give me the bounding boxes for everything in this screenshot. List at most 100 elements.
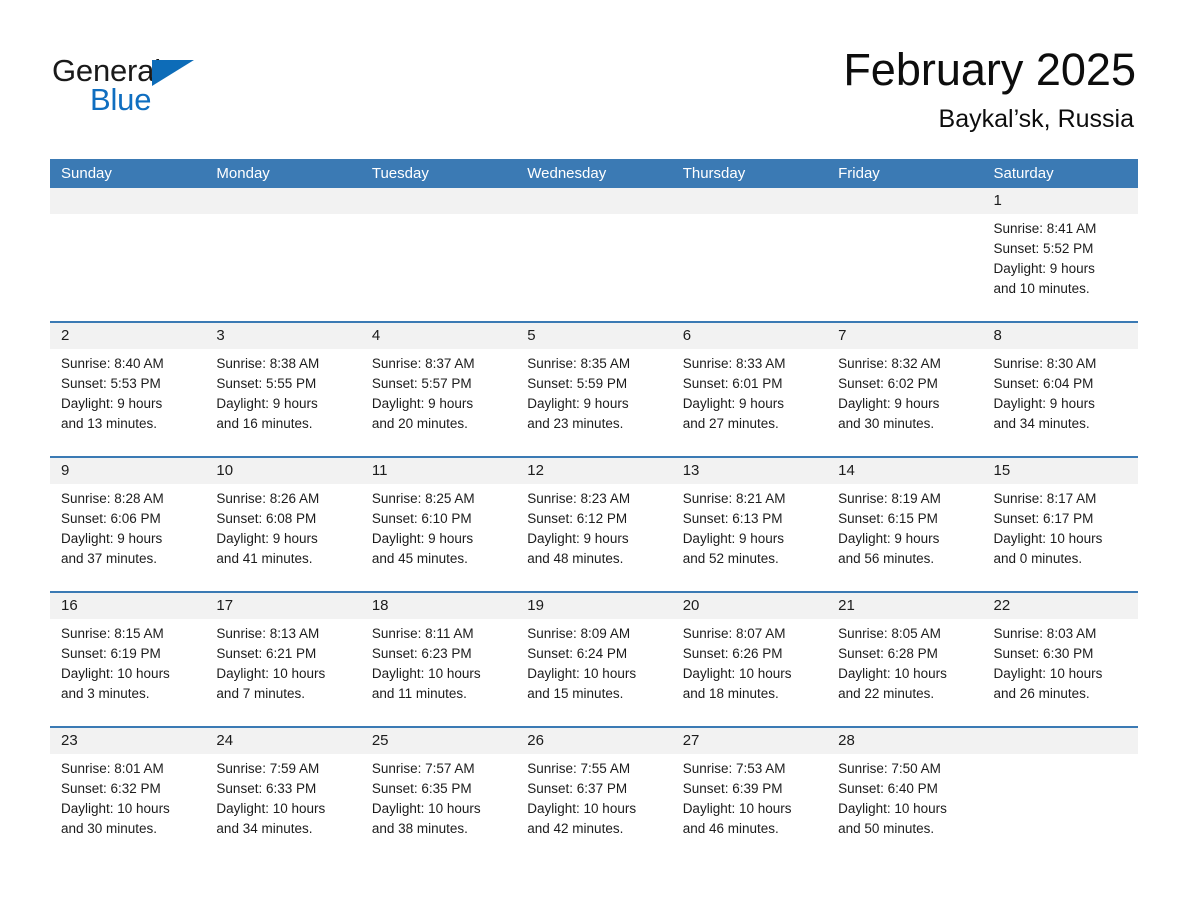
location-subtitle: Baykal’sk, Russia bbox=[938, 105, 1134, 133]
day-detail-line: Sunrise: 8:09 AM bbox=[527, 626, 631, 641]
day-detail-line: and 52 minutes. bbox=[682, 551, 779, 566]
day-detail-line: Sunrise: 8:25 AM bbox=[371, 491, 475, 506]
day-number: 16 bbox=[61, 597, 78, 614]
calendar-grid: Sunday Monday Tuesday Wednesday Thursday Frid… bbox=[50, 159, 1138, 861]
calendar-day-cell[interactable]: 2 Sunrise: 8:40 AM Sunset: 5:53 PM Daylight… bbox=[50, 323, 206, 456]
day-detail-line: Daylight: 10 hours bbox=[993, 666, 1103, 681]
day-detail-line: Daylight: 10 hours bbox=[838, 666, 947, 681]
day-detail-line: Sunset: 6:01 PM bbox=[682, 376, 783, 391]
calendar-day-cell[interactable]: 13 Sunrise: 8:21 AM Sunset: 6:13 PM Dayligh… bbox=[671, 458, 828, 591]
brand-logo[interactable]: General Blue bbox=[52, 54, 197, 126]
day-details: Sunrise: 7:55 AM Sunset: 6:37 PM Daylight:… bbox=[516, 754, 671, 839]
day-number: 5 bbox=[527, 327, 536, 344]
day-detail-line: Sunrise: 8:35 AM bbox=[527, 356, 631, 371]
day-detail-line: Sunset: 6:33 PM bbox=[216, 781, 317, 796]
calendar-day-cell[interactable]: 16 Sunrise: 8:15 AM Sunset: 6:19 PM Dayligh… bbox=[50, 593, 206, 726]
calendar-day-cell[interactable]: 21 Sunrise: 8:05 AM Sunset: 6:28 PM Dayligh… bbox=[827, 593, 983, 726]
page-title: February 2025 bbox=[843, 44, 1136, 95]
calendar-day-cell[interactable]: 22 Sunrise: 8:03 AM Sunset: 6:30 PM Dayligh… bbox=[982, 593, 1138, 726]
day-detail-line: Sunset: 6:28 PM bbox=[838, 646, 938, 661]
day-details: Sunrise: 8:32 AM Sunset: 6:02 PM Daylight:… bbox=[827, 349, 982, 434]
calendar-day-cell[interactable]: 25 Sunrise: 7:57 AM Sunset: 6:35 PM Dayligh… bbox=[360, 728, 517, 861]
day-number-band bbox=[827, 188, 983, 214]
title-group: February 2025 Baykal’sk, Russia bbox=[843, 44, 1136, 134]
calendar-day-cell[interactable]: 24 Sunrise: 7:59 AM Sunset: 6:33 PM Dayligh… bbox=[205, 728, 361, 861]
day-details: Sunrise: 8:30 AM Sunset: 6:04 PM Daylight:… bbox=[983, 349, 1138, 434]
day-number: 20 bbox=[682, 597, 700, 614]
day-detail-line: and 30 minutes. bbox=[838, 416, 935, 431]
day-details: Sunrise: 8:15 AM Sunset: 6:19 PM Daylight:… bbox=[50, 619, 205, 704]
calendar-day-cell[interactable]: 26 Sunrise: 7:55 AM Sunset: 6:37 PM Dayligh… bbox=[516, 728, 672, 861]
calendar-week-row: 16 Sunrise: 8:15 AM Sunset: 6:19 PM Dayligh… bbox=[50, 591, 1138, 726]
day-number: 10 bbox=[216, 462, 234, 479]
day-number-band: 11 bbox=[360, 458, 517, 484]
day-detail-line: Sunset: 6:32 PM bbox=[61, 781, 161, 796]
day-detail-line: Sunrise: 8:37 AM bbox=[371, 356, 475, 371]
calendar-day-cell[interactable]: 23 Sunrise: 8:01 AM Sunset: 6:32 PM Dayligh… bbox=[50, 728, 206, 861]
calendar-week-row: 23 Sunrise: 8:01 AM Sunset: 6:32 PM Dayligh… bbox=[50, 726, 1138, 861]
calendar-week-row: 2 Sunrise: 8:40 AM Sunset: 5:53 PM Daylight… bbox=[50, 321, 1138, 456]
calendar-day-cell[interactable]: 19 Sunrise: 8:09 AM Sunset: 6:24 PM Dayligh… bbox=[516, 593, 672, 726]
calendar-day-cell[interactable]: 20 Sunrise: 8:07 AM Sunset: 6:26 PM Dayligh… bbox=[671, 593, 828, 726]
day-detail-line: Sunrise: 7:57 AM bbox=[371, 761, 475, 776]
day-number: 7 bbox=[838, 327, 847, 344]
calendar-day-cell[interactable]: 27 Sunrise: 7:53 AM Sunset: 6:39 PM Dayligh… bbox=[671, 728, 828, 861]
day-details bbox=[50, 214, 205, 219]
day-number: 12 bbox=[527, 462, 544, 479]
day-number: 25 bbox=[371, 732, 389, 749]
day-detail-line: Sunset: 6:39 PM bbox=[682, 781, 783, 796]
day-detail-line: Daylight: 10 hours bbox=[61, 801, 170, 816]
day-details bbox=[672, 214, 827, 219]
day-number-band bbox=[982, 728, 1138, 754]
day-detail-line: Daylight: 9 hours bbox=[371, 531, 474, 546]
day-detail-line: Sunrise: 8:19 AM bbox=[838, 491, 941, 506]
calendar-day-cell[interactable]: 12 Sunrise: 8:23 AM Sunset: 6:12 PM Dayligh… bbox=[516, 458, 672, 591]
calendar-day-cell[interactable]: 5 Sunrise: 8:35 AM Sunset: 5:59 PM Daylight… bbox=[516, 323, 672, 456]
day-number: 15 bbox=[993, 462, 1011, 479]
calendar-day-cell[interactable]: 17 Sunrise: 8:13 AM Sunset: 6:21 PM Dayligh… bbox=[205, 593, 361, 726]
day-detail-line: Sunset: 6:23 PM bbox=[371, 646, 472, 661]
day-detail-line: Daylight: 9 hours bbox=[61, 396, 163, 411]
calendar-day-cell[interactable]: 14 Sunrise: 8:19 AM Sunset: 6:15 PM Dayligh… bbox=[827, 458, 983, 591]
day-detail-line: Daylight: 9 hours bbox=[838, 531, 940, 546]
day-number-band: 15 bbox=[982, 458, 1138, 484]
calendar-day-cell[interactable]: 9 Sunrise: 8:28 AM Sunset: 6:06 PM Daylight… bbox=[50, 458, 206, 591]
calendar-day-cell[interactable]: 4 Sunrise: 8:37 AM Sunset: 5:57 PM Daylight… bbox=[360, 323, 517, 456]
calendar-day-cell[interactable]: 1 Sunrise: 8:41 AM Sunset: 5:52 PM Daylight… bbox=[982, 188, 1138, 321]
day-details: Sunrise: 8:05 AM Sunset: 6:28 PM Daylight:… bbox=[827, 619, 982, 704]
day-detail-line: Daylight: 9 hours bbox=[527, 396, 629, 411]
calendar-day-cell[interactable]: 18 Sunrise: 8:11 AM Sunset: 6:23 PM Dayligh… bbox=[360, 593, 517, 726]
calendar-day-cell[interactable]: 3 Sunrise: 8:38 AM Sunset: 5:55 PM Daylight… bbox=[205, 323, 361, 456]
day-number-band bbox=[671, 188, 828, 214]
calendar-day-cell[interactable]: 15 Sunrise: 8:17 AM Sunset: 6:17 PM Dayligh… bbox=[982, 458, 1138, 591]
day-detail-line: Daylight: 9 hours bbox=[216, 531, 318, 546]
day-detail-line: Sunrise: 8:03 AM bbox=[993, 626, 1097, 641]
calendar-cell-empty bbox=[982, 728, 1138, 861]
calendar-day-cell[interactable]: 7 Sunrise: 8:32 AM Sunset: 6:02 PM Daylight… bbox=[827, 323, 983, 456]
day-detail-line: and 16 minutes. bbox=[216, 416, 313, 431]
calendar-day-cell[interactable]: 11 Sunrise: 8:25 AM Sunset: 6:10 PM Dayligh… bbox=[360, 458, 517, 591]
day-details: Sunrise: 8:37 AM Sunset: 5:57 PM Daylight:… bbox=[361, 349, 516, 434]
weekday-header-sunday: Sunday bbox=[61, 165, 112, 182]
day-detail-line: and 20 minutes. bbox=[371, 416, 468, 431]
calendar-day-cell[interactable]: 10 Sunrise: 8:26 AM Sunset: 6:08 PM Dayligh… bbox=[205, 458, 361, 591]
day-detail-line: and 46 minutes. bbox=[682, 821, 779, 836]
day-details: Sunrise: 7:57 AM Sunset: 6:35 PM Daylight:… bbox=[361, 754, 516, 839]
day-number-band bbox=[50, 188, 206, 214]
day-detail-line: Daylight: 9 hours bbox=[993, 396, 1095, 411]
calendar-day-cell[interactable]: 8 Sunrise: 8:30 AM Sunset: 6:04 PM Daylight… bbox=[982, 323, 1138, 456]
day-number-band: 14 bbox=[827, 458, 983, 484]
weekday-header-row: Sunday Monday Tuesday Wednesday Thursday Frid… bbox=[50, 159, 1138, 188]
day-detail-line: Sunset: 6:15 PM bbox=[838, 511, 938, 526]
calendar-day-cell[interactable]: 28 Sunrise: 7:50 AM Sunset: 6:40 PM Dayligh… bbox=[827, 728, 983, 861]
day-detail-line: and 37 minutes. bbox=[61, 551, 158, 566]
day-number-band: 23 bbox=[50, 728, 206, 754]
calendar-day-cell[interactable]: 6 Sunrise: 8:33 AM Sunset: 6:01 PM Daylight… bbox=[671, 323, 828, 456]
day-detail-line: and 3 minutes. bbox=[61, 686, 150, 701]
day-details bbox=[983, 754, 1138, 759]
day-detail-line: Daylight: 10 hours bbox=[527, 801, 637, 816]
day-number-band: 5 bbox=[516, 323, 672, 349]
day-detail-line: and 41 minutes. bbox=[216, 551, 313, 566]
day-detail-line: Sunrise: 8:32 AM bbox=[838, 356, 941, 371]
day-detail-line: Sunset: 5:57 PM bbox=[371, 376, 472, 391]
